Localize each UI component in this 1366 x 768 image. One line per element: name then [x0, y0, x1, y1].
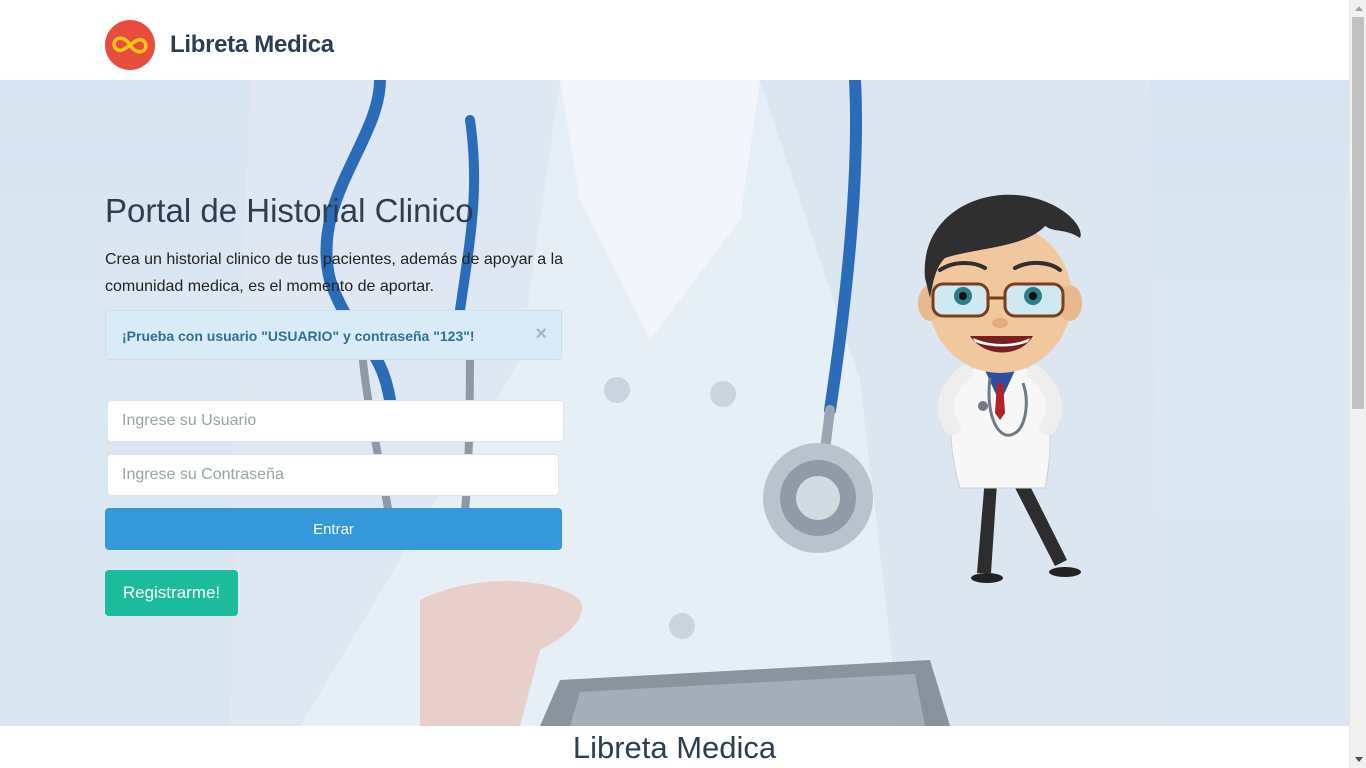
brand-logo [105, 20, 155, 70]
hero-section: Portal de Historial Clinico Crea un hist… [0, 80, 1349, 726]
footer-title: Libreta Medica [572, 730, 777, 765]
scrollbar-thumb[interactable] [1352, 17, 1364, 409]
page-title: Portal de Historial Clinico [105, 192, 474, 229]
infinity-icon [112, 36, 148, 54]
scroll-down-arrow-icon[interactable] [1350, 751, 1366, 768]
footer: Libreta Medica [0, 726, 1349, 768]
register-button[interactable]: Registrarme! [105, 570, 238, 616]
password-input[interactable] [107, 454, 559, 496]
alert-message: ¡Prueba con usuario "USUARIO" y contrase… [122, 328, 475, 344]
scroll-up-arrow-icon[interactable] [1350, 0, 1366, 17]
brand-link[interactable]: Libreta Medica [105, 20, 334, 70]
login-button[interactable]: Entrar [105, 508, 562, 550]
page-description: Crea un historial clinico de tus pacient… [105, 251, 564, 295]
vertical-scrollbar[interactable] [1349, 0, 1366, 768]
close-icon[interactable]: × [535, 324, 547, 344]
info-alert: ¡Prueba con usuario "USUARIO" y contrase… [105, 310, 562, 360]
username-input[interactable] [107, 400, 564, 442]
navbar: Libreta Medica [0, 0, 1349, 80]
doctor-cartoon-image [918, 194, 1082, 583]
brand-name: Libreta Medica [170, 31, 334, 58]
